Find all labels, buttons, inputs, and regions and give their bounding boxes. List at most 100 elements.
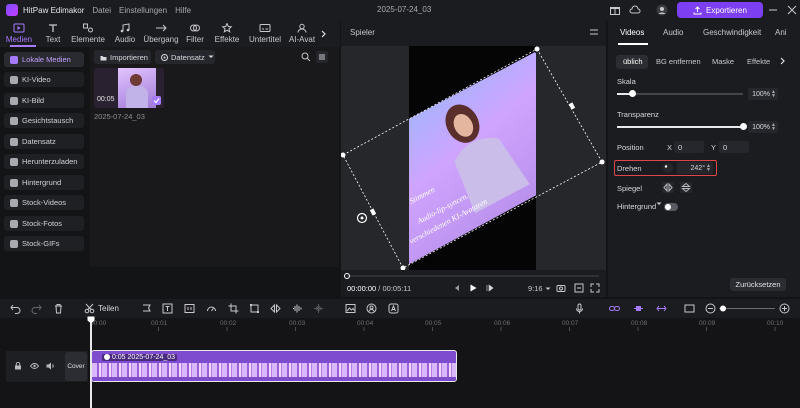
fullscreen-icon[interactable] — [590, 283, 600, 293]
face-icon[interactable] — [366, 303, 377, 314]
undo-icon[interactable] — [10, 303, 21, 314]
gift-icon[interactable] — [609, 4, 621, 16]
tab-effects[interactable]: Effekte — [210, 20, 244, 47]
menu-settings[interactable]: Einstellungen — [119, 6, 167, 15]
ripple-icon[interactable] — [656, 303, 667, 314]
sidebar-item-stock-videos[interactable]: Stock-Videos — [4, 195, 84, 210]
close-icon[interactable] — [786, 4, 798, 16]
transform-icon[interactable] — [249, 303, 260, 314]
marker-icon[interactable] — [141, 303, 152, 314]
stepper-icon[interactable]: ▲ ▼ — [771, 90, 776, 99]
flip-vertical-icon[interactable] — [680, 182, 692, 193]
track-lock-icon[interactable] — [14, 362, 22, 370]
sidebar-item-downloads[interactable]: Herunterzuladen — [4, 154, 84, 169]
eye-icon[interactable] — [30, 362, 39, 370]
import-button[interactable]: Importieren — [94, 50, 151, 64]
dataset-dropdown[interactable]: Datensatz — [155, 50, 215, 64]
mirror-icon[interactable] — [270, 303, 281, 314]
subtab-scroll-right[interactable] — [780, 57, 786, 65]
tab-transition[interactable]: Übergang — [142, 20, 180, 47]
split-label[interactable]: Teilen — [98, 304, 119, 313]
link-icon[interactable] — [609, 303, 620, 314]
tab-media[interactable]: Medien — [0, 20, 38, 47]
zoom-in-icon[interactable] — [779, 303, 790, 314]
stepper-icon[interactable]: ▲ ▼ — [706, 164, 711, 173]
next-frame-icon[interactable] — [486, 284, 494, 292]
snapshot-icon[interactable] — [556, 283, 566, 293]
menu-help[interactable]: Hilfe — [175, 6, 191, 15]
playhead[interactable] — [90, 318, 92, 408]
player-menu-icon[interactable] — [589, 27, 599, 37]
sidebar-item-stock-gifs[interactable]: Stock-GIFs — [4, 236, 84, 251]
tab-elements[interactable]: Elemente — [68, 20, 108, 47]
chevron-down-icon[interactable] — [656, 201, 662, 207]
reset-button[interactable]: Zurücksetzen — [730, 278, 786, 291]
tab-videos[interactable]: Videos — [620, 28, 644, 37]
subtab-remove-bg[interactable]: BG entfernen — [656, 57, 701, 66]
position-x-field[interactable]: 0 — [674, 141, 704, 153]
ai-tool-icon[interactable] — [388, 303, 399, 314]
transparency-slider-knob[interactable] — [740, 123, 747, 130]
stepper-icon[interactable]: ▲ ▼ — [771, 123, 776, 132]
search-icon[interactable] — [301, 52, 311, 62]
redo-icon[interactable] — [31, 303, 42, 314]
tab-speed[interactable]: Geschwindigkeit — [703, 28, 761, 37]
zoom-fit-icon[interactable] — [684, 303, 695, 314]
tab-audio-props[interactable]: Audio — [663, 28, 683, 37]
export-button[interactable]: Exportieren — [677, 2, 763, 18]
play-icon[interactable] — [469, 284, 477, 292]
sidebar-item-dataset[interactable]: Datensatz — [4, 134, 84, 149]
snap-icon[interactable] — [633, 303, 644, 314]
rotated-video-preview[interactable]: or ltar Stimmen Audio-lip-syncen. versch… — [341, 46, 606, 270]
sidebar-item-local-media[interactable]: Lokale Medien — [4, 52, 84, 67]
scale-value-field[interactable]: 100% ▲ ▼ — [748, 88, 778, 100]
tabs-scroll-right[interactable] — [318, 20, 330, 47]
rotate-value-field[interactable]: 242° ▲ ▼ — [677, 162, 713, 174]
cloud-icon[interactable] — [629, 4, 641, 16]
avatar-icon[interactable] — [656, 4, 668, 16]
microphone-icon[interactable] — [574, 303, 585, 314]
playback-progress[interactable] — [341, 272, 606, 280]
image-edit-icon[interactable] — [345, 303, 356, 314]
media-item-thumbnail[interactable]: 00:05 — [94, 68, 164, 108]
scale-slider-knob[interactable] — [629, 90, 636, 97]
zoom-slider[interactable] — [717, 303, 777, 314]
position-y-field[interactable]: 0 — [719, 141, 749, 153]
playhead-handle-icon[interactable] — [87, 316, 95, 324]
sidebar-item-stock-photos[interactable]: Stock-Fotos — [4, 216, 84, 231]
tab-text[interactable]: Text — [38, 20, 68, 47]
text-box-icon[interactable] — [162, 303, 173, 314]
audio-detach-icon[interactable] — [292, 303, 303, 314]
menu-file[interactable]: Datei — [92, 6, 111, 15]
checkbox-checked-icon[interactable] — [152, 96, 161, 105]
tab-filter[interactable]: Filter — [180, 20, 210, 47]
stabilize-icon[interactable] — [313, 303, 324, 314]
tab-subtitle[interactable]: Untertitel — [244, 20, 286, 47]
sidebar-item-ai-video[interactable]: KI-Video — [4, 72, 84, 87]
sidebar-item-background[interactable]: Hintergrund — [4, 175, 84, 190]
tab-animation[interactable]: Ani — [775, 28, 789, 37]
crop-icon[interactable] — [228, 303, 239, 314]
speed-icon[interactable] — [206, 303, 217, 314]
preview-settings-icon[interactable] — [574, 283, 584, 293]
sidebar-item-face-swap[interactable]: Gesichtstausch — [4, 113, 84, 128]
minimize-icon[interactable] — [767, 4, 779, 16]
subtab-common[interactable]: üblich — [623, 57, 643, 66]
zoom-out-icon[interactable] — [705, 303, 716, 314]
aspect-ratio-selector[interactable]: 9:16 — [528, 284, 551, 293]
subtab-effects[interactable]: Effekte — [747, 57, 770, 66]
video-clip[interactable]: 0:05 2025-07-24_03 — [91, 350, 457, 382]
subtab-mask[interactable]: Maske — [712, 57, 734, 66]
tab-audio[interactable]: Audio — [108, 20, 142, 47]
scissors-icon[interactable] — [84, 303, 95, 314]
prev-frame-icon[interactable] — [453, 284, 461, 292]
cover-button[interactable]: Cover — [65, 352, 87, 381]
delete-icon[interactable] — [53, 303, 64, 314]
sidebar-item-ai-image[interactable]: KI-Bild — [4, 93, 84, 108]
list-view-icon[interactable] — [316, 51, 328, 63]
speaker-icon[interactable] — [46, 362, 55, 370]
tab-ai-avatar[interactable]: AI-Avat — [286, 20, 318, 47]
freeze-frame-icon[interactable] — [184, 303, 195, 314]
transparency-value-field[interactable]: 100% ▲ ▼ — [748, 121, 778, 133]
flip-horizontal-icon[interactable] — [662, 182, 674, 193]
